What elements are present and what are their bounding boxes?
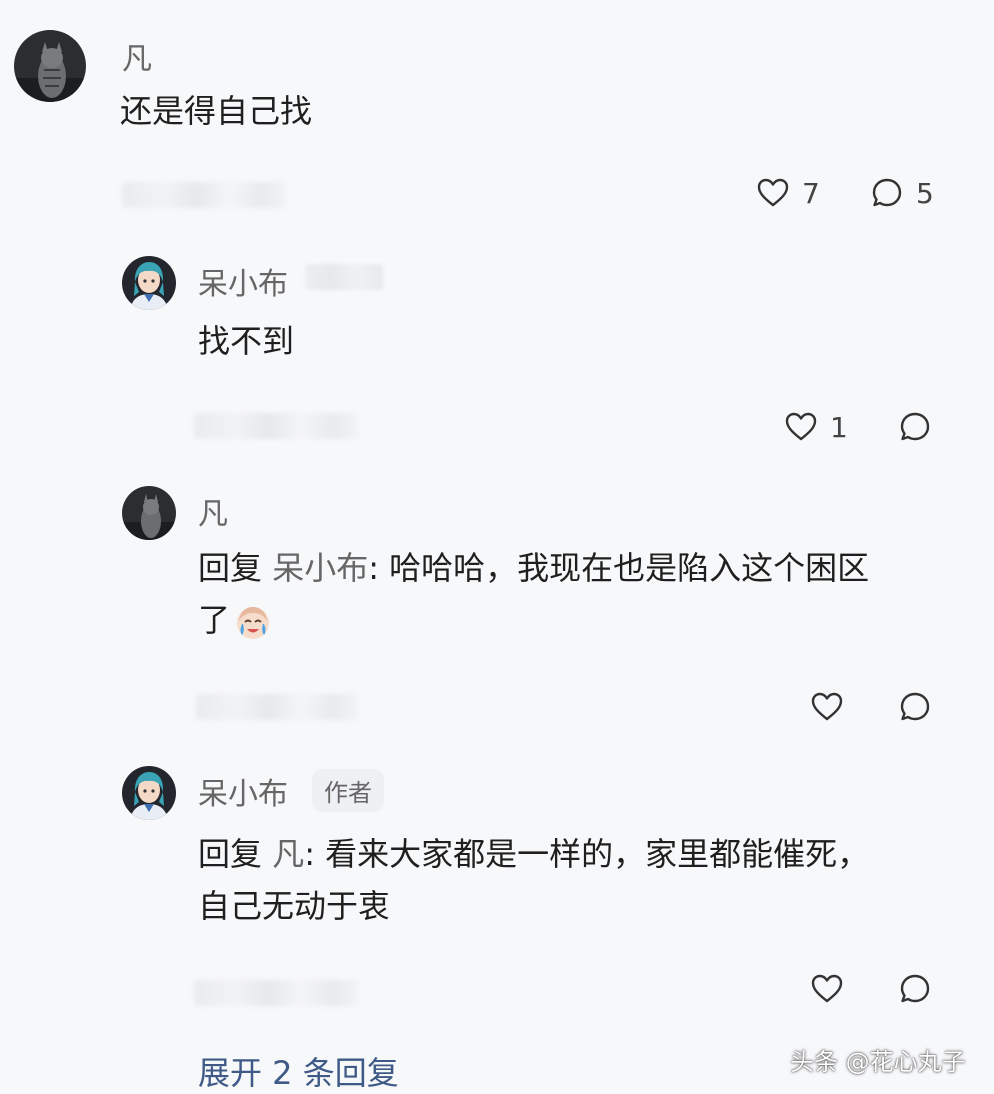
- crying-emoji: [237, 607, 270, 639]
- cat-avatar-image: [122, 486, 176, 540]
- comment-icon: [900, 412, 930, 441]
- comment-text-line1: : 看来大家都是一样的，家里都能催死，: [304, 835, 870, 873]
- user-tag-blurred: [305, 264, 383, 290]
- comment-text-line1: : 哈哈哈，我现在也是陷入这个困区: [368, 549, 870, 587]
- heart-icon: [811, 974, 843, 1003]
- heart-icon: [811, 692, 843, 721]
- comment-icon: [900, 974, 930, 1003]
- comment-text-line2: 了: [198, 595, 272, 645]
- like-button[interactable]: [810, 972, 844, 1006]
- reply-button[interactable]: 5: [870, 176, 934, 210]
- like-button[interactable]: 7: [756, 176, 820, 210]
- reply-target-user[interactable]: 呆小布: [272, 549, 368, 587]
- comment-author[interactable]: 呆小布: [198, 769, 288, 813]
- reply-button[interactable]: [898, 410, 932, 444]
- reply-button[interactable]: [898, 690, 932, 724]
- watermark: 头条 @花心丸子: [790, 1048, 966, 1076]
- comment-author[interactable]: 凡: [198, 489, 228, 533]
- like-count: 1: [830, 410, 848, 444]
- comment-text-line2: 自己无动于衷: [198, 887, 391, 925]
- comment-meta-blurred: [194, 980, 359, 1006]
- comment-text: 找不到: [198, 322, 295, 360]
- heart-icon: [785, 412, 817, 441]
- like-button[interactable]: [810, 690, 844, 724]
- like-count: 7: [802, 176, 820, 210]
- reply-button[interactable]: [898, 972, 932, 1006]
- comment-icon: [900, 692, 930, 721]
- author-badge: 作者: [312, 769, 384, 812]
- girl-avatar-image: [122, 766, 176, 820]
- heart-icon: [757, 178, 789, 207]
- avatar[interactable]: [14, 30, 86, 102]
- reply-prefix: 回复: [198, 549, 263, 587]
- comment-icon: [872, 178, 902, 207]
- comment-meta-blurred: [194, 413, 359, 439]
- cat-avatar-image: [14, 30, 86, 102]
- reply-target-user[interactable]: 凡: [272, 835, 304, 873]
- expand-replies-link[interactable]: 展开 2 条回复: [198, 1048, 399, 1094]
- like-button[interactable]: 1: [784, 410, 848, 444]
- comment-text-line2-content: 了: [198, 601, 231, 639]
- comment-text: 还是得自己找: [120, 92, 313, 130]
- girl-avatar-image: [122, 256, 176, 310]
- avatar[interactable]: [122, 256, 176, 310]
- comment-author[interactable]: 凡: [122, 34, 152, 78]
- reply-prefix: 回复: [198, 835, 263, 873]
- comment-meta-blurred: [196, 694, 358, 720]
- avatar[interactable]: [122, 486, 176, 540]
- comment-text: 回复 凡: 看来大家都是一样的，家里都能催死，: [198, 829, 869, 879]
- reply-count: 5: [916, 176, 934, 210]
- comment-meta-blurred: [122, 182, 287, 208]
- comment-author[interactable]: 呆小布: [198, 259, 288, 303]
- avatar[interactable]: [122, 766, 176, 820]
- comment-text: 回复 呆小布: 哈哈哈，我现在也是陷入这个困区: [198, 543, 869, 593]
